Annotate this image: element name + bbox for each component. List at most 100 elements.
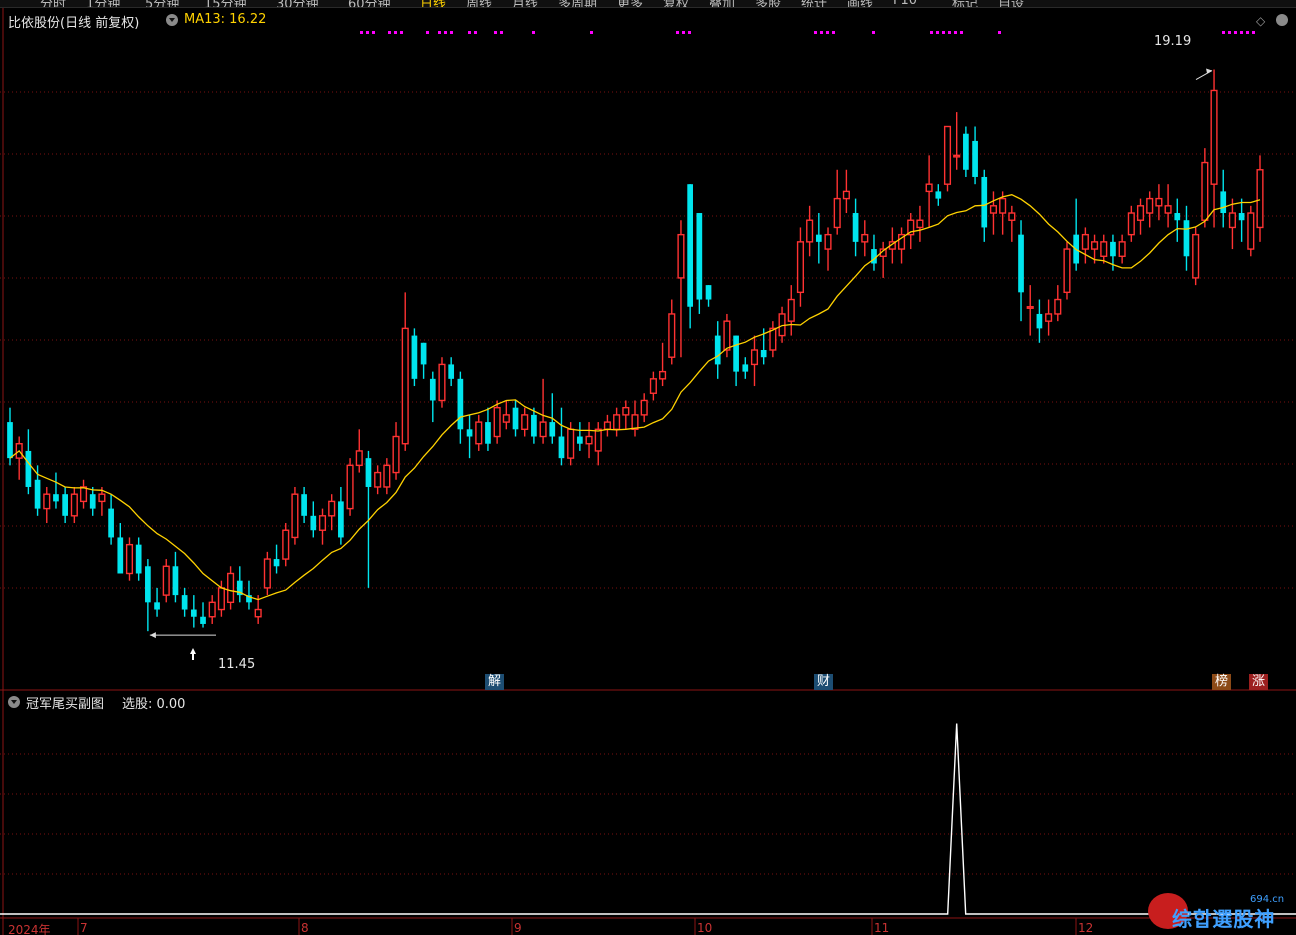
candle-body-down [705,285,712,300]
candle-body-up [438,363,446,402]
candle-body-up [217,587,225,611]
candle-body-down [154,602,160,610]
candle-body-down [365,458,372,487]
candle-body-up [1210,89,1218,185]
candle-body-up [723,320,731,351]
tab-0[interactable]: 分时 [40,0,66,7]
candle-body-up [227,572,235,604]
tab-18[interactable]: 自设 [998,0,1024,7]
stock-title: 比依股份(日线 前复权) [8,16,140,31]
tab-10[interactable]: 更多 [617,0,643,7]
candle-body-up [1146,197,1154,214]
candle-body-up [374,471,382,488]
candle-body-up [539,421,547,438]
candle-body-up [622,406,630,416]
candle-body-down [301,494,307,516]
settings-circle-icon[interactable] [1276,14,1288,26]
candle-body-down [310,515,317,531]
candle-body-up [916,219,924,229]
signal-dot [1222,31,1225,34]
candle-body-up [208,601,216,618]
candle-body-down [466,429,473,437]
ma-toggle-icon[interactable] [166,14,178,26]
tab-7[interactable]: 周线 [466,0,492,7]
candle-body-down [273,559,280,567]
month-label-9: 9 [514,921,522,935]
year-label: 2024年 [8,923,51,935]
candle-body-up [594,428,602,452]
candle-body-up [1127,212,1135,236]
signal-dot [948,31,951,34]
candle-body-up [98,493,106,503]
candle-body-up [750,349,759,366]
signal-dot [372,31,375,34]
candle-body-up [355,450,363,467]
signal-dot [1240,31,1243,34]
signal-dot [532,31,535,34]
candle-body-up [603,421,611,431]
signal-dot [688,31,691,34]
candle-body-down [742,364,749,372]
signal-dot [1252,31,1255,34]
candle-body-up [989,205,998,214]
low-marker-head [149,632,156,639]
watermark-text: 综합選股神 [1172,907,1276,931]
candle-body-up [521,414,529,431]
candle-body-up [796,241,804,294]
candle-body-down [935,191,942,199]
candle-body-up [383,464,391,488]
signal-dot [468,31,471,34]
tab-8[interactable]: 月线 [512,0,538,7]
candle-body-down [577,436,583,444]
candle-body-up [999,197,1007,214]
candle-body-up [1026,306,1034,309]
diamond-icon[interactable]: ◇ [1256,14,1265,28]
event-tag-list[interactable]: 榜 [1212,674,1232,690]
candle-body-down [549,422,556,437]
tab-15[interactable]: 画线 [847,0,873,7]
candle-body-down [181,595,188,610]
candle-body-down [1018,234,1024,293]
candle-body-up [125,543,134,575]
tab-4[interactable]: 30分钟 [276,0,319,7]
tab-13[interactable]: 多股 [755,0,781,7]
subchart-toggle-icon[interactable] [8,696,20,708]
signal-dot [832,31,835,34]
tab-3[interactable]: 15分钟 [204,0,247,7]
buy-arrow-icon [190,648,196,660]
candle-body-down [7,422,13,459]
candle-body-up [925,183,933,193]
signal-dot [682,31,685,34]
indicator-line [0,723,1296,915]
candle-body-up [162,565,170,596]
tab-9[interactable]: 多周期 [558,0,597,7]
candle-body-down [457,378,464,430]
tab-14[interactable]: 统计 [801,0,827,7]
candle-body-down [1110,241,1116,257]
candle-body-up [943,125,952,185]
candle-body-down [108,508,114,538]
tab-5[interactable]: 60分钟 [348,0,391,7]
chart-area [0,8,1296,935]
event-tag-unlock[interactable]: 解 [485,674,505,690]
event-tag-limit-up[interactable]: 涨 [1249,674,1269,690]
candle-body-up [1045,313,1053,322]
candle-body-up [291,493,299,539]
candle-body-up [769,327,777,351]
tab-17[interactable]: 标记 [952,0,978,7]
signal-dot [474,31,477,34]
candle-body-down [485,422,491,444]
top-toolbar: 分时 1分钟 5分钟 15分钟 30分钟 60分钟 日线 周线 月线 多周期 更多 复权 叠加 多股 统计 画… [0,0,1296,8]
candle-body-up [502,414,510,423]
tab-2[interactable]: 5分钟 [145,0,179,7]
tab-6[interactable]: 日线 [420,0,446,7]
candle-body-up [254,608,262,618]
tab-16[interactable]: F10 [893,0,917,7]
tab-11[interactable]: 复权 [663,0,689,7]
month-label-12: 12 [1078,921,1094,935]
tab-1[interactable]: 1分钟 [86,0,120,7]
signal-dot [426,31,429,34]
candle-body-down [714,335,721,365]
tab-12[interactable]: 叠加 [709,0,735,7]
event-tag-finance[interactable]: 财 [814,674,834,690]
